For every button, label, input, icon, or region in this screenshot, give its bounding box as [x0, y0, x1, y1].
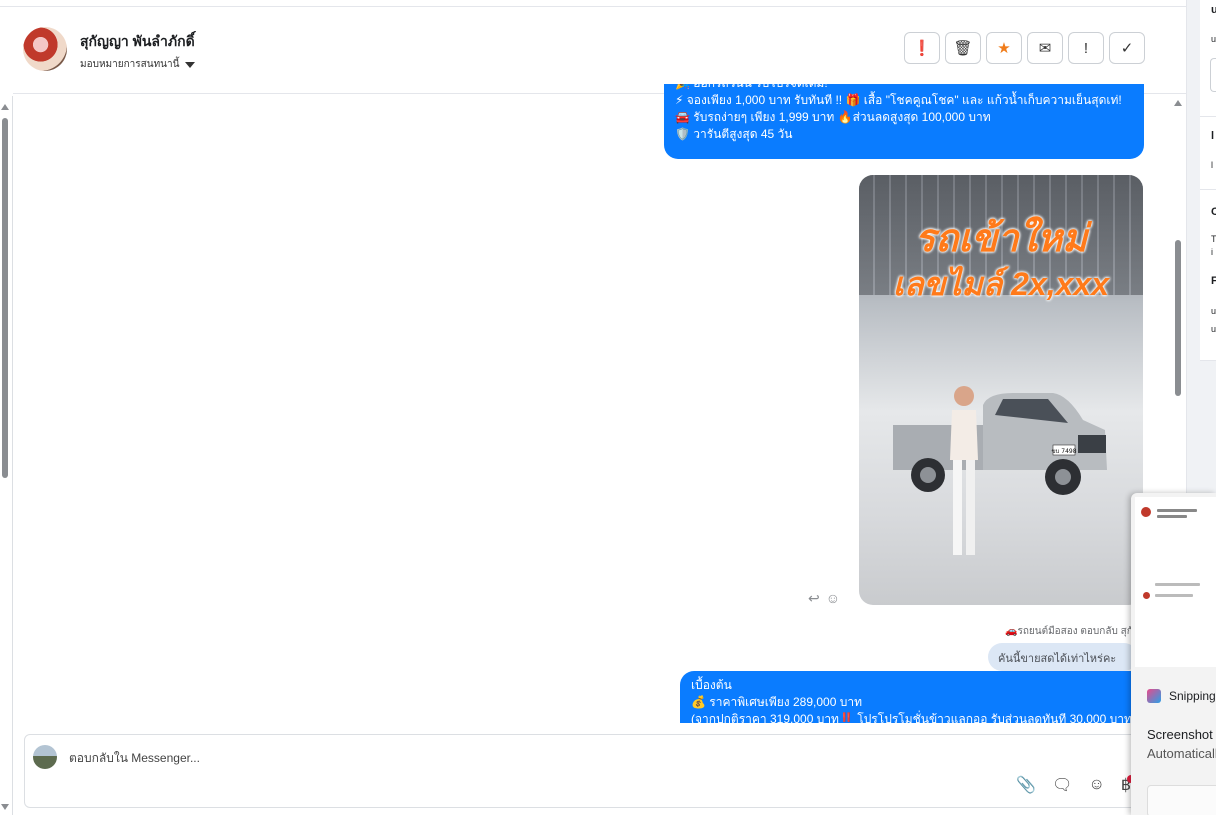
- thread-scroll-up-icon[interactable]: [1174, 100, 1182, 106]
- quoted-message[interactable]: คันนี้ขายสดได้เท่าไหร่คะ: [988, 643, 1138, 671]
- panel-divider: [1200, 189, 1216, 190]
- thread-scrollbar-thumb[interactable]: [1175, 240, 1181, 396]
- page-scrollbar-thumb[interactable]: [2, 118, 8, 478]
- toast-title: Screenshot copied to clipboard: [1147, 727, 1216, 742]
- contact-avatar[interactable]: [23, 27, 67, 71]
- caret-down-icon: [185, 61, 196, 68]
- scroll-down-icon[interactable]: [1, 804, 9, 810]
- image-caption-mileage: เลขไมล์ 2x,xxx: [893, 266, 1109, 302]
- page-scrollbar[interactable]: [0, 100, 10, 812]
- reply-composer: 📎 🗨 ☺ ฿: [24, 734, 1144, 808]
- delete-button[interactable]: 🗑: [945, 32, 981, 64]
- top-border: [0, 0, 1186, 7]
- promo-line: 🎉 ออกรถวันนี้ รับโปรจัดเต็ม!: [675, 84, 1134, 92]
- promo-line: 🛡️ วารันตีสูงสุด 45 วัน: [675, 127, 793, 141]
- snipping-tool-icon: [1147, 689, 1161, 703]
- snipping-tool-app: Snipping Tool: [1147, 689, 1216, 703]
- snipping-tool-name: Snipping Tool: [1169, 689, 1216, 703]
- assign-conversation-dropdown[interactable]: มอบหมายการสนทนานี้: [80, 57, 196, 72]
- panel-heading: l: [1211, 130, 1215, 142]
- envelope-icon: ✉: [1038, 40, 1052, 57]
- emoji-icon[interactable]: ☺: [1088, 776, 1104, 794]
- preview-avatar: [1141, 507, 1151, 517]
- panel-text: u: [1211, 306, 1216, 316]
- panel-text: T: [1211, 234, 1216, 244]
- done-button[interactable]: ✓: [1109, 32, 1145, 64]
- mark-unread-button[interactable]: ✉: [1027, 32, 1063, 64]
- reply-icon[interactable]: ↩: [808, 590, 820, 607]
- star-icon: ★: [997, 40, 1011, 57]
- alert-circle-icon: ❗: [912, 40, 932, 57]
- price-reply-bubble[interactable]: เบื้องต้น 💰 ราคาพิเศษเพียง 289,000 บาท (…: [680, 671, 1150, 723]
- exclamation-icon: !: [1083, 39, 1089, 57]
- panel-divider: [1200, 360, 1216, 361]
- pickup-truck-illustration: ขบ 7498: [893, 393, 1107, 495]
- reply-line: เบื้องต้น: [691, 678, 732, 692]
- toast-subtitle: Automatically saved to screenshots folde…: [1147, 746, 1216, 761]
- panel-text: u: [1211, 34, 1216, 44]
- panel-heading: C: [1211, 206, 1216, 218]
- reply-input[interactable]: [67, 745, 671, 771]
- check-icon: ✓: [1120, 40, 1134, 57]
- preview-line: [1155, 583, 1200, 586]
- panel-text: u: [1211, 324, 1216, 334]
- left-divider: [12, 96, 13, 815]
- reply-line: 💰 ราคาพิเศษเพียง 289,000 บาท: [691, 695, 862, 709]
- composer-toolbar: 📎 🗨 ☺ ฿: [1016, 775, 1131, 795]
- reply-line: (จากปกติราคา 319,000 บาท‼️ โปรโปรโมชั่นข…: [691, 712, 1136, 723]
- attachment-icon[interactable]: 📎: [1016, 775, 1036, 795]
- license-plate: ขบ 7498: [1051, 448, 1076, 455]
- promo-message-bubble[interactable]: 🎉 ออกรถวันนี้ รับโปรจัดเต็ม! ⚡ จองเพียง …: [664, 84, 1144, 159]
- panel-text: i: [1211, 247, 1213, 257]
- assign-label: มอบหมายการสนทนานี้: [80, 59, 180, 70]
- toast-action-button[interactable]: [1147, 785, 1216, 815]
- contact-name[interactable]: สุกัญญา พันลำภักดิ์: [80, 31, 195, 53]
- scroll-up-icon[interactable]: [1, 104, 9, 110]
- action-toolbar: ❗ 🗑 ★ ✉ ! ✓: [904, 32, 1145, 64]
- reply-context-label: 🚗รถยนต์มือสอง ตอบกลับ สุกัญ: [1005, 626, 1142, 637]
- panel-heading: F: [1211, 275, 1216, 287]
- emoji-react-icon[interactable]: ☺: [826, 590, 840, 607]
- person-illustration: [950, 386, 978, 555]
- conversation-header: สุกัญญา พันลำภักดิ์ มอบหมายการสนทนานี้ ❗…: [13, 7, 1186, 94]
- promo-line: ⚡ จองเพียง 1,000 บาท รับทันที !! 🎁 เสื้อ…: [675, 93, 1122, 107]
- panel-heading: u: [1211, 4, 1216, 16]
- follow-up-button[interactable]: !: [1068, 32, 1104, 64]
- preview-line: [1155, 594, 1193, 597]
- page-avatar: [33, 745, 57, 769]
- preview-line: [1157, 509, 1197, 512]
- saved-replies-icon[interactable]: 🗨: [1052, 775, 1072, 795]
- preview-avatar: [1143, 592, 1150, 599]
- car-image-message[interactable]: รถเข้าใหม่ เลขไมล์ 2x,xxx ขบ 7498: [859, 175, 1143, 605]
- snipping-tool-toast[interactable]: Snipping Tool Screenshot copied to clipb…: [1131, 493, 1216, 815]
- star-button[interactable]: ★: [986, 32, 1022, 64]
- panel-divider: [1200, 116, 1216, 117]
- preview-line: [1157, 515, 1187, 518]
- trash-icon: 🗑: [953, 40, 973, 57]
- promo-line: 🚘 รับรถง่ายๆ เพียง 1,999 บาท 🔥ส่วนลดสูงส…: [675, 110, 991, 124]
- panel-text: l: [1211, 160, 1213, 170]
- screenshot-preview[interactable]: [1135, 497, 1216, 667]
- panel-input[interactable]: [1210, 58, 1216, 92]
- message-reactions-bar: ↩ ☺: [808, 590, 840, 607]
- spam-button[interactable]: ❗: [904, 32, 940, 64]
